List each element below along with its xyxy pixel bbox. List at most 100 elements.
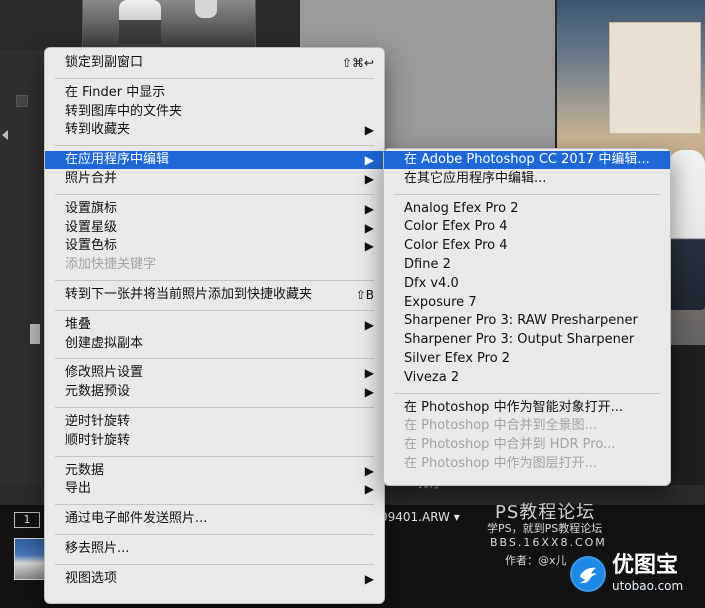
menu-item-label: 修改照片设置 (65, 365, 144, 381)
menu-item[interactable]: Dfx v4.0 (384, 275, 670, 293)
menu-item-shortcut: ⇧B (355, 288, 374, 302)
menu-item-label: 移去照片... (65, 541, 130, 556)
menu-item[interactable]: 元数据预设 ▶ (45, 383, 384, 401)
filename-dropdown[interactable]: 09401.ARW ▾ (380, 510, 460, 524)
photo-house (609, 22, 701, 134)
menu-item-label: Dfine 2 (404, 257, 451, 272)
menu-item: 在 Photoshop 中作为图层打开... (384, 455, 670, 473)
menu-item[interactable]: Color Efex Pro 4 (384, 237, 670, 255)
brand-cn: 优图宝 (612, 553, 679, 578)
submenu-arrow-icon: ▶ (364, 153, 374, 168)
menu-item: 在 Photoshop 中合并到全景图... (384, 417, 670, 435)
menu-item-label: Analog Efex Pro 2 (404, 200, 519, 216)
menu-item[interactable]: Sharpener Pro 3: Output Sharpener (384, 331, 670, 349)
menu-item[interactable]: Viveza 2 (384, 369, 670, 387)
menu-item[interactable]: 设置星级 ▶ (45, 219, 384, 237)
menu-item[interactable]: 导出 ▶ (45, 480, 384, 498)
submenu-arrow-icon: ▶ (364, 366, 374, 381)
menu-item[interactable]: 转到图库中的文件夹 (45, 103, 384, 121)
menu-item[interactable]: Silver Efex Pro 2 (384, 350, 670, 368)
menu-item-label: 锁定到副窗口 (65, 55, 144, 70)
submenu-arrow-icon: ▶ (364, 201, 374, 216)
menu-item-label: 创建虚拟副本 (65, 335, 144, 351)
menu-item[interactable]: 转到下一张并将当前照片添加到快捷收藏夹 ⇧B (45, 286, 384, 304)
menu-item-label: 在 Photoshop 中作为图层打开... (404, 456, 597, 471)
menu-item[interactable]: 设置旗标 ▶ (45, 200, 384, 218)
submenu-arrow-icon: ▶ (364, 317, 374, 332)
scroll-nub (16, 95, 28, 107)
menu-item-label: 在 Adobe Photoshop CC 2017 中编辑... (404, 152, 650, 167)
menu-item[interactable]: 视图选项 ▶ (45, 570, 384, 588)
menu-item-label: 转到图库中的文件夹 (65, 103, 183, 119)
brand-text: 优图宝 utobao.com (612, 553, 684, 593)
menu-separator (55, 193, 374, 195)
menu-item-label: 顺时针旋转 (65, 432, 131, 448)
menu-item-label: 在 Photoshop 中作为智能对象打开... (404, 399, 623, 415)
menu-item[interactable]: Color Efex Pro 4 (384, 218, 670, 236)
menu-item[interactable]: 转到收藏夹 ▶ (45, 121, 384, 139)
menu-separator (55, 504, 374, 506)
menu-item[interactable]: Exposure 7 (384, 294, 670, 312)
menu-item[interactable]: 锁定到副窗口 ⇧⌘↩ (45, 54, 384, 72)
menu-item[interactable]: 堆叠 ▶ (45, 316, 384, 334)
submenu-arrow-icon: ▶ (364, 172, 374, 186)
menu-separator (394, 392, 660, 394)
brand-en: utobao.com (612, 579, 684, 593)
menu-item: 在 Photoshop 中合并到 HDR Pro... (384, 436, 670, 454)
menu-item-label: 通过电子邮件发送照片... (65, 511, 208, 527)
menu-item-label: Sharpener Pro 3: RAW Presharpener (404, 313, 638, 329)
panel-collapse-arrow-icon[interactable] (2, 130, 8, 140)
menu-item[interactable]: 在 Photoshop 中作为智能对象打开... (384, 399, 670, 417)
menu-item[interactable]: 通过电子邮件发送照片... (45, 510, 384, 528)
menu-item-label: Color Efex Pro 4 (404, 238, 508, 254)
menu-item[interactable]: 在 Adobe Photoshop CC 2017 中编辑... (384, 151, 670, 169)
menu-item[interactable]: 逆时针旋转 (45, 413, 384, 431)
watermark-subtitle: 学PS，就到PS教程论坛 (487, 522, 603, 535)
menu-item-label: Color Efex Pro 4 (404, 219, 508, 235)
menu-separator (55, 455, 374, 457)
menu-separator (55, 145, 374, 147)
photo-person (669, 150, 705, 310)
menu-item-label: 转到下一张并将当前照片添加到快捷收藏夹 (65, 287, 313, 302)
scrollbar-thumb[interactable] (30, 324, 40, 344)
menu-item[interactable]: Analog Efex Pro 2 (384, 200, 670, 218)
menu-item[interactable]: 元数据 ▶ (45, 462, 384, 480)
menu-separator (55, 563, 374, 565)
menu-item-label: Sharpener Pro 3: Output Sharpener (404, 332, 635, 348)
menu-item[interactable]: 在 Finder 中显示 (45, 84, 384, 102)
top-photo-thumbnail[interactable] (82, 0, 256, 49)
menu-item-label: 添加快捷关键字 (65, 257, 157, 273)
menu-item-label: 在 Finder 中显示 (65, 84, 166, 100)
menu-separator (55, 280, 374, 281)
menu-item[interactable]: 顺时针旋转 (45, 432, 384, 450)
menu-separator (55, 407, 374, 408)
menu-item-label: 在其它应用程序中编辑... (404, 170, 547, 186)
watermark-url: BBS.16XX8.COM (490, 536, 607, 549)
menu-separator (55, 534, 374, 535)
menu-item-label: Dfx v4.0 (404, 275, 459, 291)
menu-item[interactable]: 创建虚拟副本 (45, 335, 384, 353)
brand-logo: 优图宝 utobao.com (570, 555, 683, 592)
menu-item-shortcut: ⇧⌘↩ (341, 56, 374, 70)
menu-item-label: 照片合并 (65, 171, 118, 186)
menu-item[interactable]: 照片合并 ▶ (45, 170, 384, 188)
menu-item[interactable]: 在其它应用程序中编辑... (384, 170, 670, 188)
menu-item[interactable]: 设置色标 ▶ (45, 237, 384, 255)
filmstrip-index-button[interactable]: 1 (14, 512, 40, 528)
menu-item[interactable]: 移去照片... (45, 540, 384, 558)
menu-item-label: 逆时针旋转 (65, 414, 131, 429)
menu-item-label: 设置星级 (65, 219, 118, 235)
menu-item-label: 导出 (65, 481, 92, 497)
menu-item-label: Exposure 7 (404, 294, 477, 310)
menu-separator (394, 193, 660, 195)
menu-item-label: Silver Efex Pro 2 (404, 351, 511, 366)
menu-item-label: 设置旗标 (65, 200, 118, 216)
menu-item[interactable]: Sharpener Pro 3: RAW Presharpener (384, 312, 670, 330)
menu-item[interactable]: 修改照片设置 ▶ (45, 364, 384, 382)
menu-separator (55, 358, 374, 360)
menu-item-label: 在应用程序中编辑 (65, 152, 170, 168)
menu-item[interactable]: Dfine 2 (384, 256, 670, 274)
submenu-arrow-icon: ▶ (364, 220, 374, 235)
watermark-author: 作者：@x儿 (505, 554, 567, 567)
menu-item[interactable]: 在应用程序中编辑 ▶ (45, 151, 384, 170)
